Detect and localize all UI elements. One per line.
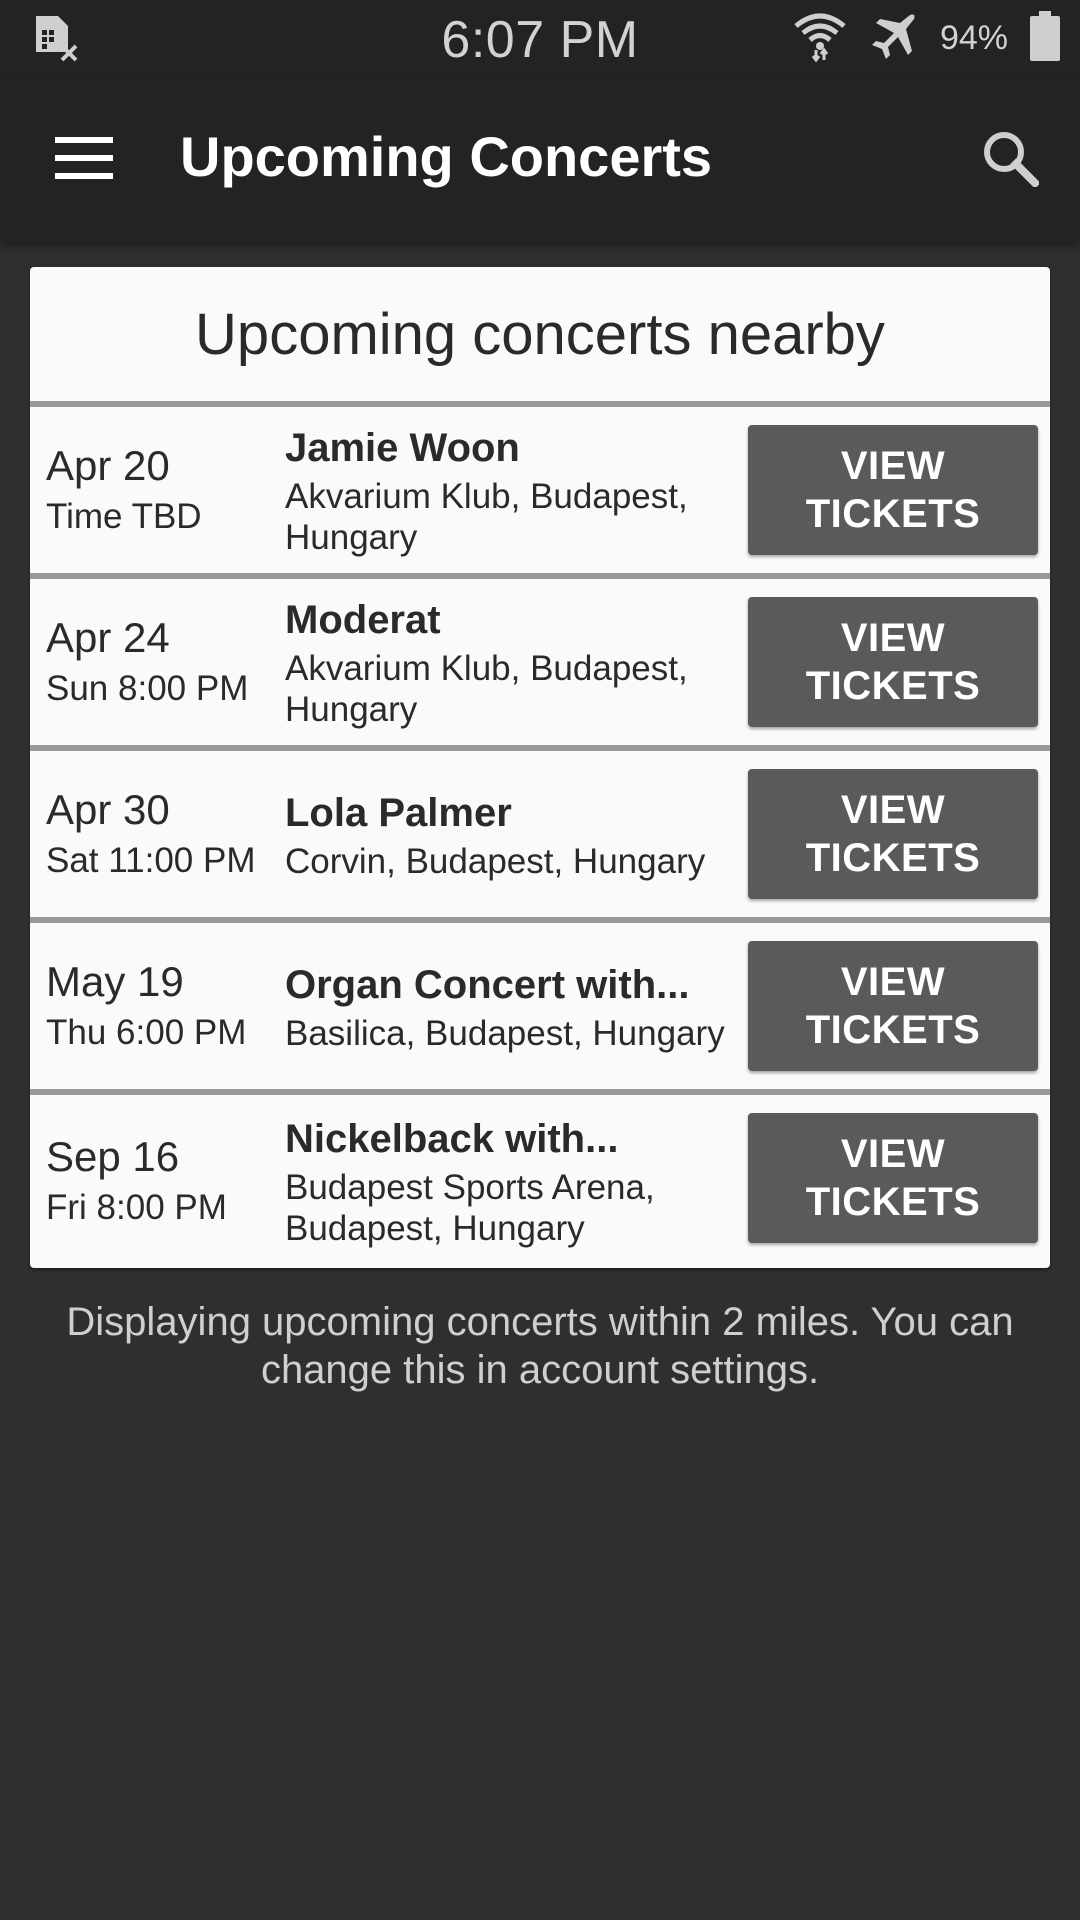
concert-time: Time TBD	[46, 497, 202, 536]
concert-date: May 19	[46, 958, 184, 1005]
concert-venue: Corvin, Budapest, Hungary	[285, 841, 706, 881]
concert-date: Apr 30	[46, 786, 170, 833]
concert-row: May 19 Thu 6:00 PM Organ Concert with...…	[30, 923, 1050, 1095]
concert-date-block: Sep 16 Fri 8:00 PM	[46, 1095, 227, 1267]
menu-icon	[55, 136, 113, 184]
view-tickets-button[interactable]: VIEW TICKETS	[748, 769, 1038, 899]
concert-time: Thu 6:00 PM	[46, 1013, 247, 1052]
search-button[interactable]	[970, 120, 1050, 200]
status-icons: 94%	[794, 10, 1060, 66]
concert-date: Apr 20	[46, 442, 170, 489]
concert-row: Apr 20 Time TBD Jamie Woon Akvarium Klub…	[30, 407, 1050, 579]
concert-venue: Akvarium Klub, Budapest, Hungary	[285, 649, 688, 729]
concert-time: Sun 8:00 PM	[46, 669, 249, 708]
wifi-icon	[794, 10, 846, 67]
distance-settings-note: Displaying upcoming concerts within 2 mi…	[66, 1300, 1014, 1392]
view-tickets-button[interactable]: VIEW TICKETS	[748, 941, 1038, 1071]
concert-time: Sat 11:00 PM	[46, 841, 256, 880]
concert-artist: Jamie Woon	[285, 426, 520, 470]
view-tickets-button[interactable]: VIEW TICKETS	[748, 425, 1038, 555]
battery-icon	[1030, 10, 1060, 66]
concert-artist: Nickelback with...	[285, 1117, 619, 1161]
airplane-icon	[868, 11, 918, 66]
concert-date: Sep 16	[46, 1133, 180, 1180]
status-bar: 6:07 PM 94%	[0, 0, 1080, 78]
concert-row: Sep 16 Fri 8:00 PM Nickelback with... Bu…	[30, 1095, 1050, 1267]
app-bar: Upcoming Concerts	[0, 78, 1080, 242]
battery-percent: 94%	[939, 18, 1008, 57]
view-tickets-button[interactable]: VIEW TICKETS	[748, 1113, 1038, 1243]
concerts-card: Upcoming concerts nearby Apr 20 Time TBD…	[30, 267, 1050, 1268]
concert-row: Apr 24 Sun 8:00 PM Moderat Akvarium Klub…	[30, 579, 1050, 751]
view-tickets-button[interactable]: VIEW TICKETS	[748, 597, 1038, 727]
concert-venue: Akvarium Klub, Budapest, Hungary	[285, 477, 688, 557]
concert-info: Organ Concert with... Basilica, Budapest…	[285, 923, 745, 1089]
card-header: Upcoming concerts nearby	[30, 267, 1050, 407]
concert-date: Apr 24	[46, 614, 170, 661]
concert-venue: Budapest Sports Arena, Budapest, Hungary	[285, 1168, 655, 1248]
page-title: Upcoming Concerts	[180, 125, 713, 188]
concert-time: Fri 8:00 PM	[46, 1188, 227, 1227]
concert-date-block: Apr 20 Time TBD	[46, 407, 202, 573]
concert-artist: Lola Palmer	[285, 790, 512, 835]
concert-venue: Basilica, Budapest, Hungary	[285, 1013, 725, 1053]
concert-date-block: Apr 30 Sat 11:00 PM	[46, 751, 255, 917]
concert-artist: Organ Concert with...	[285, 962, 690, 1007]
menu-button[interactable]	[40, 122, 128, 198]
concert-info: Jamie Woon Akvarium Klub, Budapest, Hung…	[285, 407, 745, 573]
concert-artist: Moderat	[285, 598, 441, 642]
concert-date-block: Apr 24 Sun 8:00 PM	[46, 579, 248, 745]
concert-info: Lola Palmer Corvin, Budapest, Hungary	[285, 751, 745, 917]
search-icon	[981, 129, 1041, 192]
concert-row: Apr 30 Sat 11:00 PM Lola Palmer Corvin, …	[30, 751, 1050, 923]
concert-info: Nickelback with... Budapest Sports Arena…	[285, 1095, 745, 1267]
concert-date-block: May 19 Thu 6:00 PM	[46, 923, 246, 1089]
concert-info: Moderat Akvarium Klub, Budapest, Hungary	[285, 579, 745, 745]
